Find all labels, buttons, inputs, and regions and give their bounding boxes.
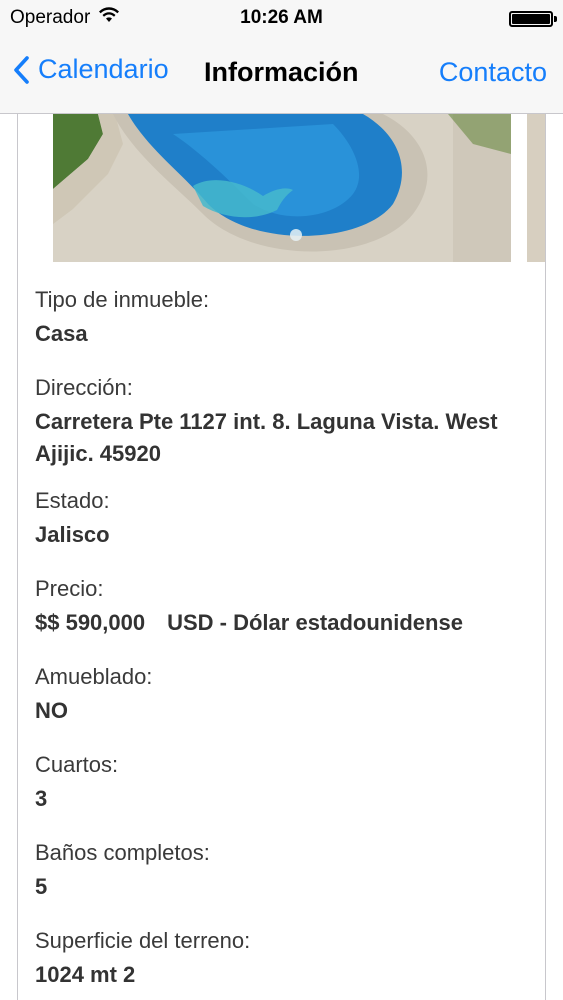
field-rooms: Cuartos: 3 <box>35 751 535 815</box>
field-label: Cuartos: <box>35 752 119 777</box>
field-value: NO <box>35 698 68 723</box>
field-label: Estado: <box>35 488 110 513</box>
next-photo-preview[interactable] <box>527 114 545 262</box>
field-land-area: Superficie del terreno: 1024 mt 2 <box>35 927 535 991</box>
price-amount: $$ 590,000 <box>35 610 146 635</box>
field-label: Superficie del terreno: <box>35 928 251 953</box>
back-button[interactable]: Calendario <box>12 54 169 85</box>
field-bathrooms: Baños completos: 5 <box>35 839 535 903</box>
field-value: Carretera Pte 1127 int. 8. Laguna Vista.… <box>35 409 498 466</box>
price-currency: USD - Dólar estadounidense <box>167 610 463 635</box>
battery-icon <box>509 11 557 27</box>
field-state: Estado: Jalisco <box>35 487 535 551</box>
field-value: 1024 mt 2 <box>35 962 136 987</box>
chevron-left-icon <box>14 55 29 84</box>
field-value: 5 <box>35 874 48 899</box>
field-address: Dirección: Carretera Pte 1127 int. 8. La… <box>35 374 505 470</box>
field-label: Precio: <box>35 576 104 601</box>
content-area[interactable]: Tipo de inmueble: Casa Dirección: Carret… <box>0 114 563 1000</box>
property-photo[interactable] <box>53 114 511 262</box>
navigation-bar: Calendario Información Contacto <box>0 38 563 114</box>
field-price: Precio: $$ 590,000 USD - Dólar estadouni… <box>35 575 535 639</box>
field-label: Dirección: <box>35 375 133 400</box>
status-time: 10:26 AM <box>240 7 323 28</box>
phone-screen: Operador 10:26 AM Calendario Información… <box>0 0 563 1000</box>
field-value: Casa <box>35 321 88 346</box>
status-bar: Operador 10:26 AM <box>0 0 563 38</box>
field-label: Tipo de inmueble: <box>35 287 210 312</box>
field-label: Amueblado: <box>35 664 153 689</box>
field-label: Baños completos: <box>35 840 210 865</box>
field-property-type: Tipo de inmueble: Casa <box>35 286 535 350</box>
contact-button[interactable]: Contacto <box>439 57 547 88</box>
battery-level <box>512 14 550 24</box>
field-value: Jalisco <box>35 522 110 547</box>
pool-image <box>53 114 511 262</box>
field-value: 3 <box>35 786 48 811</box>
page-title: Información <box>204 57 359 87</box>
back-button-label: Calendario <box>38 54 169 84</box>
field-furnished: Amueblado: NO <box>35 663 535 727</box>
price-row: $$ 590,000 USD - Dólar estadounidense <box>35 607 535 639</box>
